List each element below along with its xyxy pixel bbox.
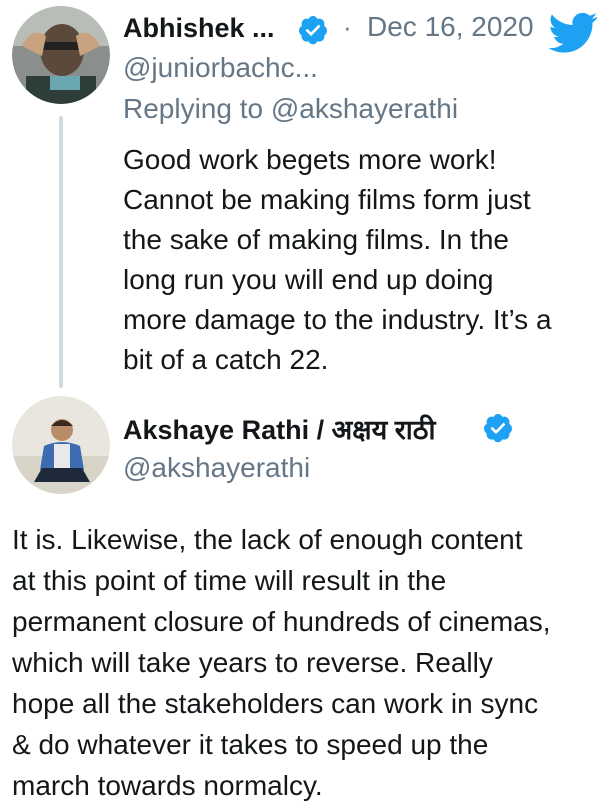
tweet-date[interactable]: Dec 16, 2020 [367, 11, 534, 43]
replying-to-label[interactable]: Replying to @akshayerathi [123, 93, 458, 125]
verified-badge-icon [299, 16, 327, 45]
display-name[interactable]: Abhishek ... [123, 13, 275, 44]
user-handle[interactable]: @akshayerathi [123, 452, 310, 484]
tweet-body-text: It is. Likewise, the lack of enough cont… [12, 524, 551, 801]
avatar-abhishek[interactable] [12, 6, 110, 104]
avatar-akshaye[interactable] [12, 396, 110, 494]
verified-badge-icon [484, 414, 512, 443]
display-name[interactable]: Akshaye Rathi / अक्षय राठी [123, 410, 435, 447]
twitter-bird-icon [548, 12, 598, 53]
avatar-photo-icon [12, 396, 110, 494]
tweet-body-text: Good work begets more work! Cannot be ma… [123, 144, 552, 375]
thread-connector-line [59, 116, 63, 388]
user-handle[interactable]: @juniorbachc... [123, 52, 318, 84]
avatar-photo-icon [12, 6, 110, 104]
separator-dot: · [343, 12, 352, 42]
